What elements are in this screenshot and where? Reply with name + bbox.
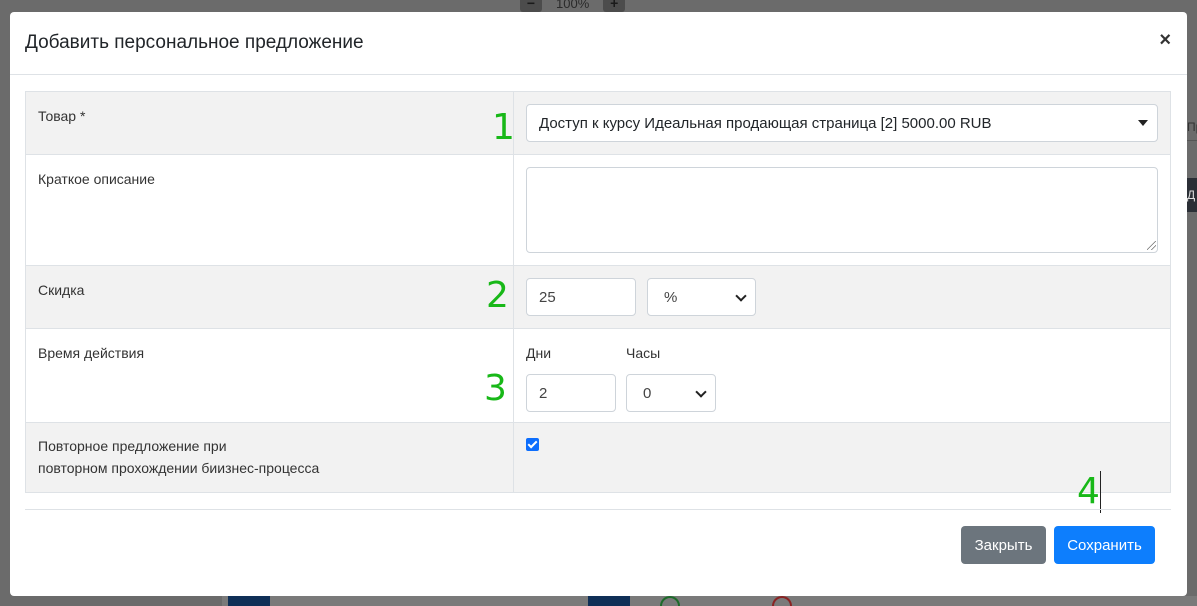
form-row-description: Краткое описание	[26, 155, 1170, 266]
background-dark-button: Д	[1187, 178, 1197, 212]
annotation-marker-3: 3	[484, 368, 507, 409]
modal-title: Добавить персональное предложение	[25, 32, 364, 53]
annotation-marker-2: 2	[486, 275, 509, 316]
hours-label: Часы	[626, 345, 661, 361]
footer-divider	[25, 509, 1171, 510]
product-label: Товар * 1	[26, 92, 515, 154]
form-row-duration: Время действия 3 Дни 2 Часы 0	[26, 329, 1170, 423]
description-label-text: Краткое описание	[38, 171, 155, 187]
product-label-text: Товар *	[38, 108, 86, 124]
text-cursor	[1100, 471, 1101, 513]
duration-inputs: Дни 2 Часы 0	[526, 344, 1158, 412]
repeat-field	[514, 423, 1170, 492]
discount-unit-select[interactable]: %	[647, 278, 756, 316]
repeat-label: Повторное предложение при повторном прох…	[26, 423, 514, 492]
background-text: Пр	[1187, 120, 1197, 134]
hours-select[interactable]: 0	[626, 374, 716, 412]
modal-header: Добавить персональное предложение	[10, 12, 1187, 75]
chevron-down-icon	[695, 386, 707, 398]
description-label: Краткое описание	[26, 155, 514, 265]
chevron-down-icon	[735, 290, 747, 302]
background-block	[588, 596, 630, 606]
form-row-repeat: Повторное предложение при повторном прох…	[26, 423, 1170, 493]
days-label: Дни	[526, 345, 552, 361]
product-select-value: Доступ к курсу Идеальная продающая стран…	[539, 114, 992, 132]
repeat-label-line2: повторном прохождении биизнес-процесса	[38, 460, 320, 476]
form-row-discount: Скидка 2 25 %	[26, 266, 1170, 329]
duration-field: Дни 2 Часы 0	[514, 329, 1170, 422]
annotation-marker-1: 1	[492, 107, 515, 148]
description-textarea[interactable]	[526, 167, 1158, 253]
resize-handle-icon[interactable]	[1147, 241, 1156, 250]
background-bottom-strip	[222, 596, 1197, 606]
repeat-label-line1: Повторное предложение при	[38, 438, 227, 454]
hours-group: Часы 0	[626, 344, 716, 412]
zoom-in-button: +	[603, 0, 626, 12]
product-select[interactable]: Доступ к курсу Идеальная продающая стран…	[526, 104, 1158, 142]
repeat-checkbox[interactable]	[526, 438, 539, 451]
cancel-circle-icon	[772, 596, 792, 606]
background-divider	[1187, 140, 1197, 141]
discount-unit-value: %	[664, 288, 678, 306]
days-group: Дни 2	[526, 344, 616, 412]
hours-select-value: 0	[643, 384, 652, 402]
zoom-out-button: −	[520, 0, 542, 12]
save-button[interactable]: Сохранить	[1054, 526, 1155, 564]
check-circle-icon	[660, 596, 680, 606]
form-row-product: Товар * 1 Доступ к курсу Идеальная прода…	[26, 92, 1170, 155]
discount-label: Скидка 2	[26, 266, 514, 328]
annotation-marker-4: 4	[1077, 471, 1100, 512]
description-field	[514, 155, 1170, 265]
discount-label-text: Скидка	[38, 282, 85, 298]
caret-down-icon	[1138, 120, 1148, 126]
days-input[interactable]: 2	[526, 374, 616, 412]
background-zoom-controls: − 100% +	[520, 0, 670, 12]
duration-label-text: Время действия	[38, 345, 145, 361]
zoom-level: 100%	[556, 0, 590, 11]
discount-input[interactable]: 25	[526, 278, 636, 316]
duration-label: Время действия 3	[26, 329, 514, 422]
discount-inputs: 25 %	[526, 278, 1158, 316]
close-button[interactable]: Закрыть	[961, 526, 1046, 564]
modal-dialog: Добавить персональное предложение × Това…	[10, 12, 1187, 596]
discount-field: 25 %	[514, 266, 1170, 328]
offer-form: Товар * 1 Доступ к курсу Идеальная прода…	[25, 91, 1171, 493]
product-field: Доступ к курсу Идеальная продающая стран…	[514, 92, 1170, 154]
background-block	[228, 596, 270, 606]
close-icon[interactable]: ×	[1159, 30, 1171, 50]
